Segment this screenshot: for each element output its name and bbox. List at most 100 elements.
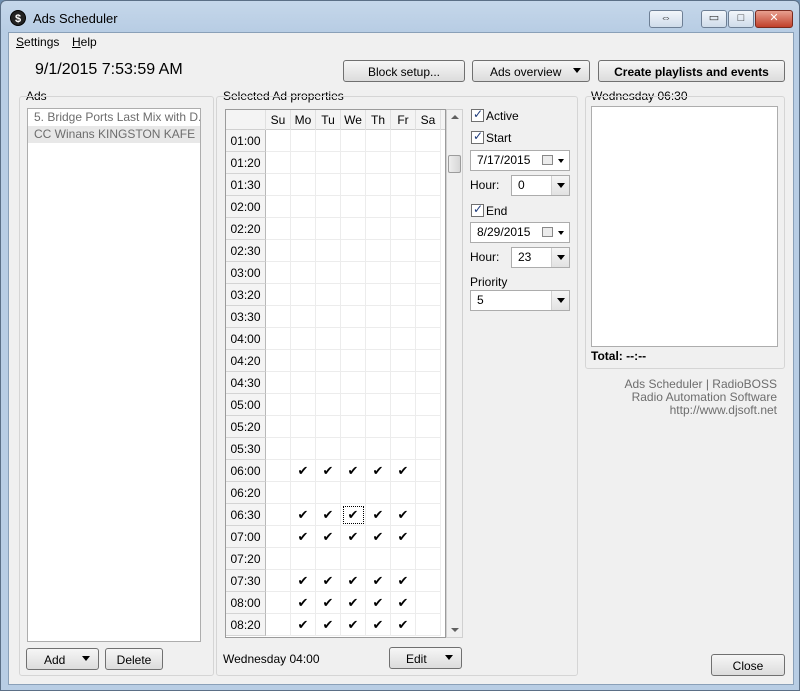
schedule-cell[interactable]: ✔	[291, 504, 316, 526]
schedule-cell[interactable]: ✔	[316, 570, 341, 592]
time-row-header[interactable]: 07:30	[226, 570, 266, 592]
schedule-cell[interactable]	[391, 328, 416, 350]
schedule-grid[interactable]: Su Mo Tu We Th Fr Sa 01:00 01:20 01:30 02:00 02:20…	[225, 109, 446, 638]
block-setup-button[interactable]: Block setup...	[343, 60, 465, 82]
schedule-cell[interactable]	[266, 394, 291, 416]
schedule-cell[interactable]	[391, 174, 416, 196]
scroll-thumb[interactable]	[448, 155, 461, 173]
active-checkbox[interactable]	[471, 107, 484, 122]
day-header[interactable]: Fr	[391, 110, 416, 130]
schedule-cell[interactable]	[366, 350, 391, 372]
schedule-cell[interactable]	[316, 328, 341, 350]
time-row-header[interactable]: 02:20	[226, 218, 266, 240]
schedule-cell[interactable]: ✔	[391, 460, 416, 482]
schedule-cell[interactable]	[391, 240, 416, 262]
time-row-header[interactable]: 07:00	[226, 526, 266, 548]
schedule-cell[interactable]	[316, 372, 341, 394]
schedule-cell[interactable]	[316, 130, 341, 152]
schedule-cell[interactable]	[291, 196, 316, 218]
schedule-cell[interactable]	[316, 394, 341, 416]
schedule-cell[interactable]	[291, 438, 316, 460]
close-window-button[interactable]: ✕	[755, 10, 793, 28]
time-row-header[interactable]: 02:30	[226, 240, 266, 262]
schedule-cell[interactable]	[416, 218, 441, 240]
schedule-cell[interactable]	[416, 240, 441, 262]
schedule-cell[interactable]	[366, 240, 391, 262]
schedule-cell[interactable]	[266, 240, 291, 262]
schedule-cell[interactable]	[266, 526, 291, 548]
day-header[interactable]: Mo	[291, 110, 316, 130]
schedule-cell[interactable]: ✔	[291, 460, 316, 482]
day-header[interactable]: We	[341, 110, 366, 130]
schedule-cell[interactable]	[366, 394, 391, 416]
add-button[interactable]: Add	[26, 648, 99, 670]
time-row-header[interactable]: 02:00	[226, 196, 266, 218]
priority-select[interactable]: 5	[470, 290, 570, 311]
schedule-cell[interactable]	[316, 174, 341, 196]
schedule-cell[interactable]	[416, 152, 441, 174]
schedule-cell[interactable]	[291, 394, 316, 416]
schedule-cell[interactable]	[291, 306, 316, 328]
schedule-cell[interactable]	[391, 218, 416, 240]
schedule-cell[interactable]	[366, 372, 391, 394]
schedule-cell[interactable]	[316, 240, 341, 262]
scroll-up-icon[interactable]	[451, 115, 459, 119]
time-row-header[interactable]: 03:00	[226, 262, 266, 284]
day-header[interactable]: Sa	[416, 110, 441, 130]
time-row-header[interactable]: 08:20	[226, 614, 266, 636]
day-header[interactable]: Su	[266, 110, 291, 130]
schedule-cell[interactable]: ✔	[391, 526, 416, 548]
schedule-cell[interactable]: ✔	[366, 592, 391, 614]
schedule-cell[interactable]	[341, 438, 366, 460]
schedule-cell[interactable]	[391, 130, 416, 152]
time-row-header[interactable]: 01:00	[226, 130, 266, 152]
time-row-header[interactable]: 01:30	[226, 174, 266, 196]
schedule-cell[interactable]: ✔	[341, 592, 366, 614]
schedule-cell[interactable]	[391, 262, 416, 284]
schedule-cell[interactable]	[366, 196, 391, 218]
time-row-header[interactable]: 05:20	[226, 416, 266, 438]
time-row-header[interactable]: 01:20	[226, 152, 266, 174]
ads-list[interactable]: 5. Bridge Ports Last Mix with D... CC Wi…	[27, 108, 201, 642]
schedule-cell[interactable]	[416, 174, 441, 196]
schedule-cell[interactable]: ✔	[316, 614, 341, 636]
schedule-cell[interactable]	[416, 196, 441, 218]
schedule-cell[interactable]	[266, 218, 291, 240]
end-checkbox[interactable]	[471, 202, 484, 217]
schedule-cell[interactable]	[341, 328, 366, 350]
schedule-cell[interactable]	[341, 262, 366, 284]
schedule-cell[interactable]	[416, 306, 441, 328]
schedule-cell[interactable]	[366, 218, 391, 240]
minimize-button[interactable]: ▭	[701, 10, 727, 28]
schedule-cell[interactable]	[416, 130, 441, 152]
schedule-cell[interactable]	[341, 306, 366, 328]
schedule-cell[interactable]	[341, 174, 366, 196]
schedule-cell[interactable]	[316, 438, 341, 460]
schedule-cell[interactable]	[341, 218, 366, 240]
schedule-cell[interactable]	[341, 350, 366, 372]
schedule-cell[interactable]	[416, 504, 441, 526]
schedule-cell[interactable]: ✔	[366, 570, 391, 592]
schedule-cell[interactable]	[416, 262, 441, 284]
schedule-cell[interactable]	[266, 504, 291, 526]
schedule-cell[interactable]	[266, 614, 291, 636]
close-button[interactable]: Close	[711, 654, 785, 676]
ads-overview-button[interactable]: Ads overview	[472, 60, 590, 82]
schedule-cell[interactable]	[266, 372, 291, 394]
schedule-cell[interactable]	[391, 416, 416, 438]
time-row-header[interactable]: 06:30	[226, 504, 266, 526]
schedule-cell[interactable]	[391, 372, 416, 394]
time-row-header[interactable]: 03:30	[226, 306, 266, 328]
schedule-cell[interactable]: ✔	[316, 592, 341, 614]
schedule-cell[interactable]	[391, 196, 416, 218]
schedule-cell[interactable]: ✔	[291, 614, 316, 636]
about-url[interactable]: http://www.djsoft.net	[670, 403, 777, 417]
schedule-cell[interactable]	[291, 174, 316, 196]
schedule-cell[interactable]	[416, 570, 441, 592]
schedule-cell[interactable]	[341, 284, 366, 306]
schedule-cell[interactable]	[366, 152, 391, 174]
schedule-cell[interactable]: ✔	[316, 526, 341, 548]
schedule-cell[interactable]	[266, 350, 291, 372]
schedule-cell[interactable]	[341, 152, 366, 174]
schedule-cell[interactable]	[366, 306, 391, 328]
